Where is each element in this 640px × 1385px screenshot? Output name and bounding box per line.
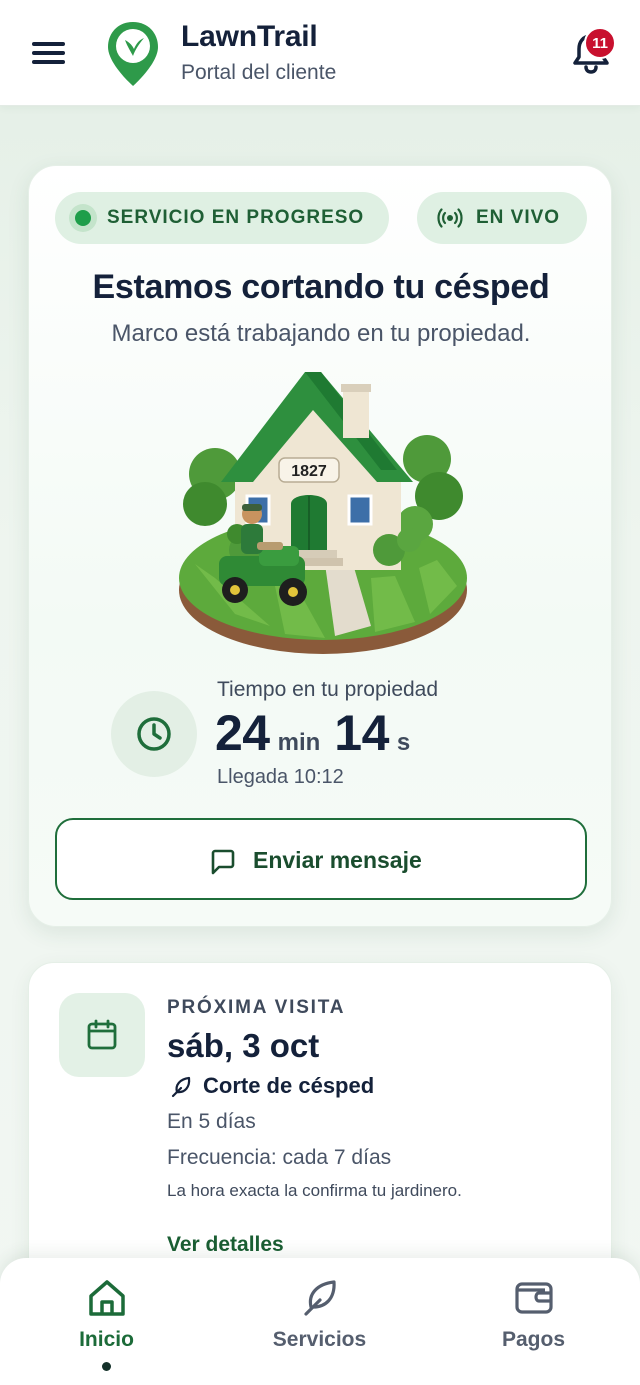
- menu-icon[interactable]: [28, 36, 70, 68]
- app-name: LawnTrail: [181, 20, 318, 53]
- next-visit-label: PRÓXIMA VISITA: [167, 997, 346, 1018]
- status-dot: [69, 204, 97, 232]
- visit-frequency: Frecuencia: cada 7 días: [167, 1146, 392, 1169]
- send-message-label: Enviar mensaje: [253, 847, 422, 873]
- service-status-card: SERVICIO EN PROGRESO EN VIVO Estamos cor…: [28, 165, 612, 927]
- nav-servicios[interactable]: Servicios: [213, 1258, 426, 1385]
- leaf-icon: [171, 1076, 191, 1098]
- logo-pin-icon: [108, 22, 158, 86]
- view-details-link[interactable]: Ver detalles: [167, 1233, 284, 1257]
- nav-inicio[interactable]: Inicio: [0, 1258, 213, 1385]
- status-subtitle: Marco está trabajando en tu propiedad.: [111, 320, 531, 347]
- broadcast-icon: [437, 208, 463, 228]
- status-text: SERVICIO EN PROGRESO: [107, 207, 365, 228]
- wallet-icon: [514, 1282, 553, 1314]
- seconds-unit: s: [396, 729, 411, 756]
- time-note: La hora exacta la confirma tu jardinero.: [167, 1181, 462, 1200]
- message-icon: [211, 849, 235, 875]
- arrival-time: Llegada 10:12: [217, 766, 344, 788]
- calendar-badge: [59, 993, 145, 1077]
- active-indicator-dot: [102, 1362, 111, 1371]
- send-message-button[interactable]: Enviar mensaje: [55, 818, 587, 900]
- live-text: EN VIVO: [476, 207, 561, 228]
- nav-pagos-label: Pagos: [501, 1328, 566, 1351]
- status-title: Estamos cortando tu césped: [92, 268, 550, 306]
- notification-badge: 11: [584, 27, 616, 59]
- house-number: 1827: [291, 463, 327, 480]
- next-visit-date: sáb, 3 oct: [167, 1027, 320, 1064]
- service-type: Corte de césped: [203, 1073, 375, 1098]
- nav-servicios-label: Servicios: [272, 1328, 367, 1351]
- time-label: Tiempo en tu propiedad: [217, 678, 439, 701]
- nav-inicio-label: Inicio: [79, 1328, 134, 1351]
- elapsed-minutes: 24: [215, 705, 270, 761]
- house-lawn-illustration: 1827: [179, 372, 467, 654]
- elapsed-time: 24 min 14 s: [215, 704, 424, 764]
- clock-badge: [111, 691, 197, 777]
- calendar-icon: [87, 1019, 117, 1050]
- app-header: LawnTrail Portal del cliente 11: [0, 0, 640, 106]
- live-badge: EN VIVO: [417, 192, 587, 244]
- elapsed-seconds: 14: [334, 705, 389, 761]
- bottom-navigation: Inicio Servicios Pagos: [0, 1258, 640, 1385]
- minutes-unit: min: [277, 729, 321, 756]
- app-subtitle: Portal del cliente: [181, 61, 337, 84]
- days-until: En 5 días: [167, 1110, 256, 1133]
- home-icon: [88, 1280, 125, 1316]
- leaf-icon: [303, 1280, 336, 1316]
- status-badge: SERVICIO EN PROGRESO: [55, 192, 389, 244]
- nav-pagos[interactable]: Pagos: [427, 1258, 640, 1385]
- clock-icon: [137, 717, 171, 751]
